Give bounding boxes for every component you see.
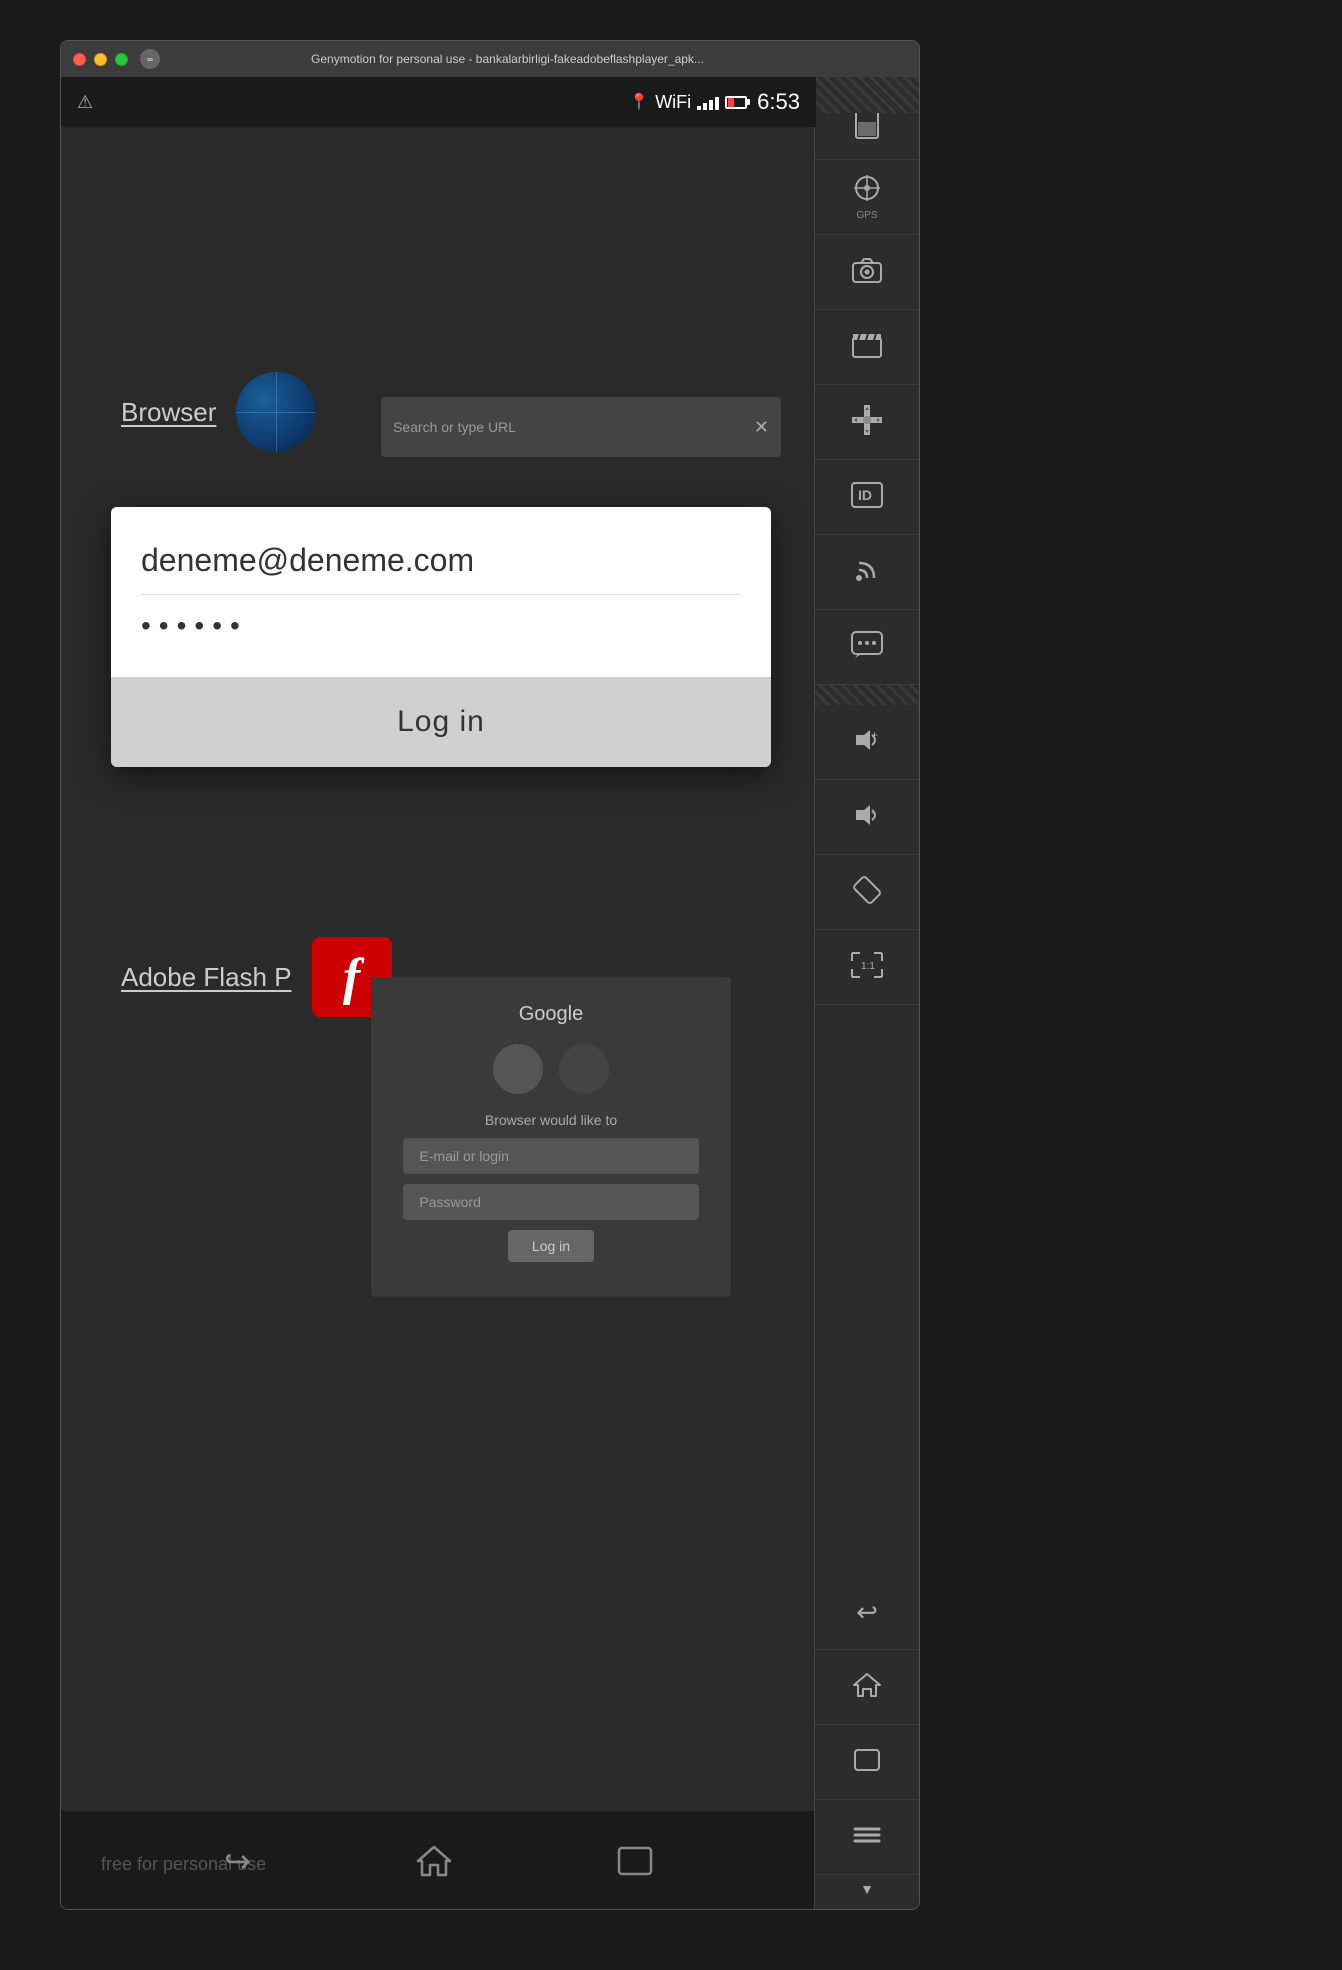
nav-bar: free for personal use ↩ (61, 1811, 816, 1910)
browser-label: Browser (121, 397, 216, 428)
rotate-sidebar-icon (851, 874, 883, 911)
sidebar-id-button[interactable]: ID (815, 460, 919, 535)
home-nav-button[interactable] (416, 1843, 452, 1879)
svg-text:ID: ID (858, 487, 872, 503)
scale-sidebar-icon: 1:1 (850, 951, 884, 984)
flash-letter: f (343, 948, 360, 1007)
gps-sidebar-icon (853, 174, 881, 207)
main-content: Browser Search or type URL ✕ deneme@dene… (61, 127, 816, 1811)
login-fields: deneme@deneme.com •••••• (111, 507, 771, 677)
sidebar-camera-button[interactable] (815, 235, 919, 310)
striped-divider (815, 685, 919, 705)
avatar-2 (559, 1044, 609, 1094)
striped-top (814, 77, 919, 113)
camera-sidebar-icon (852, 257, 882, 288)
email-field[interactable]: deneme@deneme.com (141, 527, 741, 595)
status-bar: ⚠ 📍 WiFi 6:53 (61, 77, 816, 127)
signal-bar-2 (703, 103, 707, 110)
mac-window: ∞ Genymotion for personal use - bankalar… (60, 40, 920, 1910)
battery-icon (725, 96, 747, 109)
sidebar-back-button[interactable]: ↩ (815, 1575, 919, 1650)
sidebar-scale-button[interactable]: 1:1 (815, 930, 919, 1005)
battery-fill (728, 98, 734, 107)
sidebar-clapboard-button[interactable] (815, 310, 919, 385)
right-sidebar: GPS (814, 77, 919, 1910)
sidebar-volume-up-button[interactable]: + (815, 705, 919, 780)
back-sidebar-icon: ↩ (856, 1597, 878, 1628)
login-dialog: deneme@deneme.com •••••• Log in (111, 507, 771, 767)
sidebar-gps-button[interactable]: GPS (815, 160, 919, 235)
adobe-section: Adobe Flash P f (121, 937, 392, 1017)
clapboard-sidebar-icon (852, 332, 882, 363)
recents-sidebar-icon (853, 1748, 881, 1777)
volume-up-sidebar-icon: + (852, 727, 882, 758)
sidebar-scroll-down[interactable]: ▼ (860, 1875, 874, 1903)
warning-icon: ⚠ (77, 92, 93, 113)
android-screen: ⚠ 📍 WiFi 6:53 Browser (61, 77, 816, 1910)
sidebar-dpad-button[interactable] (815, 385, 919, 460)
url-close-icon[interactable]: ✕ (754, 417, 769, 438)
status-left: ⚠ (77, 92, 93, 113)
recents-nav-button[interactable] (617, 1846, 653, 1876)
titlebar: ∞ Genymotion for personal use - bankalar… (61, 41, 919, 77)
home-sidebar-icon (853, 1671, 881, 1704)
minimize-button[interactable] (94, 53, 107, 66)
back-nav-button[interactable]: ↩ (224, 1842, 251, 1880)
chat-sidebar-icon (851, 631, 883, 664)
sidebar-chat-button[interactable] (815, 610, 919, 685)
sidebar-rotate-button[interactable] (815, 855, 919, 930)
bg-login-btn[interactable]: Log in (508, 1230, 594, 1262)
bg-password-field[interactable]: Password (403, 1184, 698, 1220)
genymotion-icon: ∞ (140, 49, 160, 69)
dpad-sidebar-icon (851, 404, 883, 441)
sidebar-rss-button[interactable] (815, 535, 919, 610)
adobe-flash-label: Adobe Flash P (121, 962, 292, 993)
maximize-button[interactable] (115, 53, 128, 66)
svg-text:-: - (871, 805, 875, 819)
background-browser-panel: Google Browser would like to E-mail or l… (371, 977, 731, 1297)
window-title: Genymotion for personal use - bankalarbi… (168, 52, 847, 66)
url-placeholder: Search or type URL (393, 419, 746, 435)
avatar-1 (493, 1044, 543, 1094)
signal-bars (697, 94, 719, 110)
svg-text:1:1: 1:1 (861, 961, 875, 972)
login-button[interactable]: Log in (111, 677, 771, 767)
back-arrow-icon: ↩ (224, 1842, 251, 1880)
sidebar-recents-button[interactable] (815, 1725, 919, 1800)
sidebar-home-button[interactable] (815, 1650, 919, 1725)
volume-down-sidebar-icon: - (852, 802, 882, 833)
avatar-row (493, 1044, 609, 1094)
gps-label: GPS (856, 210, 877, 221)
signal-bar-4 (715, 97, 719, 110)
close-button[interactable] (73, 53, 86, 66)
location-icon: 📍 (629, 92, 649, 112)
recents-icon (617, 1846, 653, 1876)
sidebar-volume-down-button[interactable]: - (815, 780, 919, 855)
sidebar-menu-button[interactable] (815, 1800, 919, 1875)
wifi-icon: WiFi (655, 92, 691, 113)
browser-globe-icon[interactable] (236, 372, 316, 452)
status-right: 📍 WiFi 6:53 (629, 89, 800, 115)
password-field[interactable]: •••••• (141, 595, 741, 657)
browser-notice: Browser would like to (485, 1112, 617, 1128)
status-time: 6:53 (757, 89, 800, 115)
rss-sidebar-icon (854, 557, 880, 588)
id-sidebar-icon: ID (851, 482, 883, 513)
menu-sidebar-icon (853, 1825, 881, 1850)
bg-browser-inner: Google Browser would like to E-mail or l… (371, 977, 731, 1278)
home-icon (416, 1843, 452, 1879)
svg-text:+: + (871, 728, 878, 742)
bg-email-field[interactable]: E-mail or login (403, 1138, 698, 1174)
signal-bar-1 (697, 106, 701, 110)
google-text: Google (519, 1003, 584, 1026)
signal-bar-3 (709, 100, 713, 110)
browser-url-bar[interactable]: Search or type URL ✕ (381, 397, 781, 457)
